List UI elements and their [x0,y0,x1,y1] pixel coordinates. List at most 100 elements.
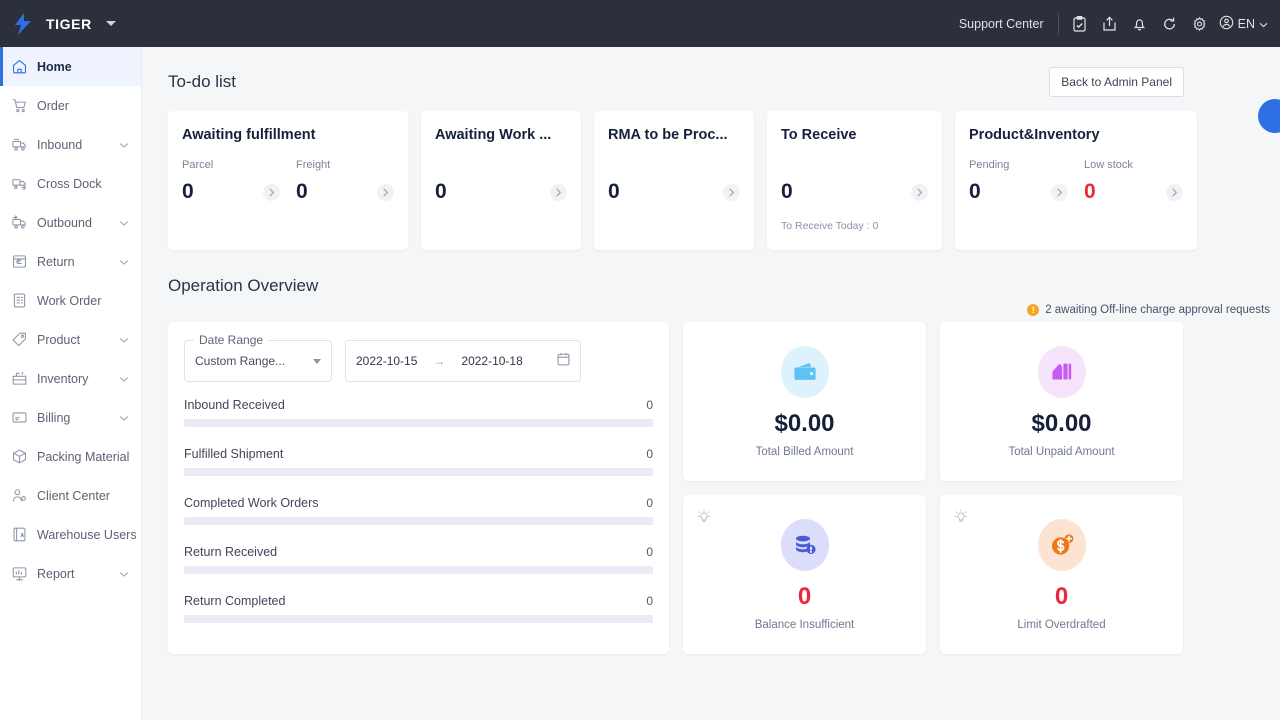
dollar-plus-icon [1037,518,1086,571]
todo-metric-label: Pending [969,159,1010,171]
money-card[interactable]: $0.00 Total Unpaid Amount [940,322,1183,481]
todo-card-note: To Receive Today : 0 [781,220,879,232]
chevron-right-icon[interactable] [377,183,394,201]
sidebar-item-label: Order [37,98,69,113]
todo-metric-label: Low stock [1084,159,1133,171]
export-icon[interactable] [1095,9,1125,39]
sidebar-item-report[interactable]: Report [0,554,141,593]
todo-card[interactable]: Awaiting Work ... 0 [421,111,581,250]
chevron-down-icon [105,21,116,26]
todo-metric-value: 0 [182,180,194,203]
sidebar-item-label: Inbound [37,137,83,152]
todo-card[interactable]: To Receive 0 To Receive Today : 0 [767,111,942,250]
metric-progress-bar [184,419,653,427]
todo-card[interactable]: Awaiting fulfillment Parcel 0 Freight 0 [168,111,408,250]
refresh-icon[interactable] [1155,9,1185,39]
sidebar-item-product[interactable]: Product [0,320,141,359]
support-center-link[interactable]: Support Center [959,17,1058,31]
sidebar-item-home[interactable]: Home [0,47,141,86]
money-card[interactable]: 0 Limit Overdrafted [940,495,1183,654]
chevron-right-icon[interactable] [1166,183,1183,201]
chevron-down-icon[interactable] [119,138,133,152]
main-content: To-do list Back to Admin Panel Awaiting … [142,47,1280,720]
chevron-right-icon[interactable] [550,183,567,201]
todo-metric-value: 0 [969,180,981,203]
tiger-logo-icon [12,12,34,36]
back-to-admin-panel-button[interactable]: Back to Admin Panel [1049,67,1184,97]
offline-charge-warning[interactable]: ! 2 awaiting Off-line charge approval re… [142,296,1280,316]
metric-progress-bar [184,517,653,525]
sidebar-item-return[interactable]: Return [0,242,141,281]
bell-icon[interactable] [1125,9,1155,39]
todo-metrics: 0 [608,159,740,204]
sidebar-item-client-center[interactable]: Client Center [0,476,141,515]
sidebar-item-billing[interactable]: Billing [0,398,141,437]
end-date-value[interactable]: 2022-10-18 [461,354,522,368]
chevron-right-icon[interactable] [911,183,928,201]
date-range-input[interactable]: 2022-10-15 → 2022-10-18 [345,340,581,382]
user-avatar-icon [1219,15,1234,33]
return-box-icon [10,253,28,271]
gear-icon[interactable] [1185,9,1215,39]
chevron-right-icon[interactable] [263,183,280,201]
todo-metric-label [781,159,928,174]
sidebar-item-packing-material[interactable]: Packing Material [0,437,141,476]
wallet-icon [780,345,829,398]
operation-metric: Return Received 0 [184,545,653,574]
todo-metric-value: 0 [1084,180,1096,203]
sidebar-item-warehouse-users[interactable]: Warehouse Users [0,515,141,554]
sidebar-item-order[interactable]: Order [0,86,141,125]
lightbulb-icon[interactable] [697,509,711,528]
money-card[interactable]: 0 Balance Insufficient [683,495,926,654]
warning-text: 2 awaiting Off-line charge approval requ… [1045,304,1270,316]
chevron-down-icon[interactable] [119,333,133,347]
calendar-icon[interactable] [557,352,570,371]
sidebar-item-outbound[interactable]: Outbound [0,203,141,242]
chevron-down-icon[interactable] [119,567,133,581]
chevron-down-icon[interactable] [119,372,133,386]
warning-icon: ! [1027,304,1040,316]
money-card[interactable]: $0.00 Total Billed Amount [683,322,926,481]
chevron-down-icon[interactable] [119,216,133,230]
chevron-right-icon[interactable] [1051,183,1068,201]
sidebar-item-inbound[interactable]: Inbound [0,125,141,164]
coins-alert-icon [780,518,829,571]
todo-metrics: 0 [435,159,567,204]
warehouse-users-icon [10,526,28,544]
money-card-value: 0 [1054,582,1069,610]
inventory-icon [10,370,28,388]
todo-card-title: Awaiting fulfillment [182,127,316,143]
sidebar-item-inventory[interactable]: Inventory [0,359,141,398]
todo-header: To-do list Back to Admin Panel [142,47,1280,97]
chevron-down-icon[interactable] [119,255,133,269]
work-order-icon [10,292,28,310]
metric-label: Fulfilled Shipment [184,447,284,461]
billing-card-icon [10,409,28,427]
todo-card[interactable]: Product&Inventory Pending 0 Low stock 0 [955,111,1197,250]
metric-label: Completed Work Orders [184,496,319,510]
start-date-value[interactable]: 2022-10-15 [356,354,417,368]
sidebar-item-label: Cross Dock [37,176,102,191]
money-card-value: $0.00 [1031,409,1092,437]
lightbulb-icon[interactable] [954,509,968,528]
todo-metric-label: Freight [296,159,331,171]
language-selector[interactable]: EN [1219,15,1268,33]
money-row-bottom: 0 Balance Insufficient 0 Limit Overdrafted [683,495,1183,654]
money-bill-icon [1037,345,1086,398]
language-label: EN [1237,16,1255,31]
operation-metric: Return Completed 0 [184,594,653,623]
operation-metric: Completed Work Orders 0 [184,496,653,525]
date-range-select[interactable]: Date Range Custom Range... [184,333,332,382]
chevron-right-icon[interactable] [723,183,740,201]
money-card-caption: Limit Overdrafted [1017,618,1106,631]
brand-menu[interactable]: TIGER [0,12,142,36]
chevron-down-icon[interactable] [119,411,133,425]
sidebar-item-work-order[interactable]: Work Order [0,281,141,320]
clipboard-check-icon[interactable] [1065,9,1095,39]
sidebar-item-label: Report [37,566,75,581]
sidebar-item-label: Home [37,59,72,74]
sidebar-item-cross-dock[interactable]: Cross Dock [0,164,141,203]
todo-card[interactable]: RMA to be Proc... 0 [594,111,754,250]
sidebar-item-label: Billing [37,410,71,425]
metric-progress-bar [184,566,653,574]
